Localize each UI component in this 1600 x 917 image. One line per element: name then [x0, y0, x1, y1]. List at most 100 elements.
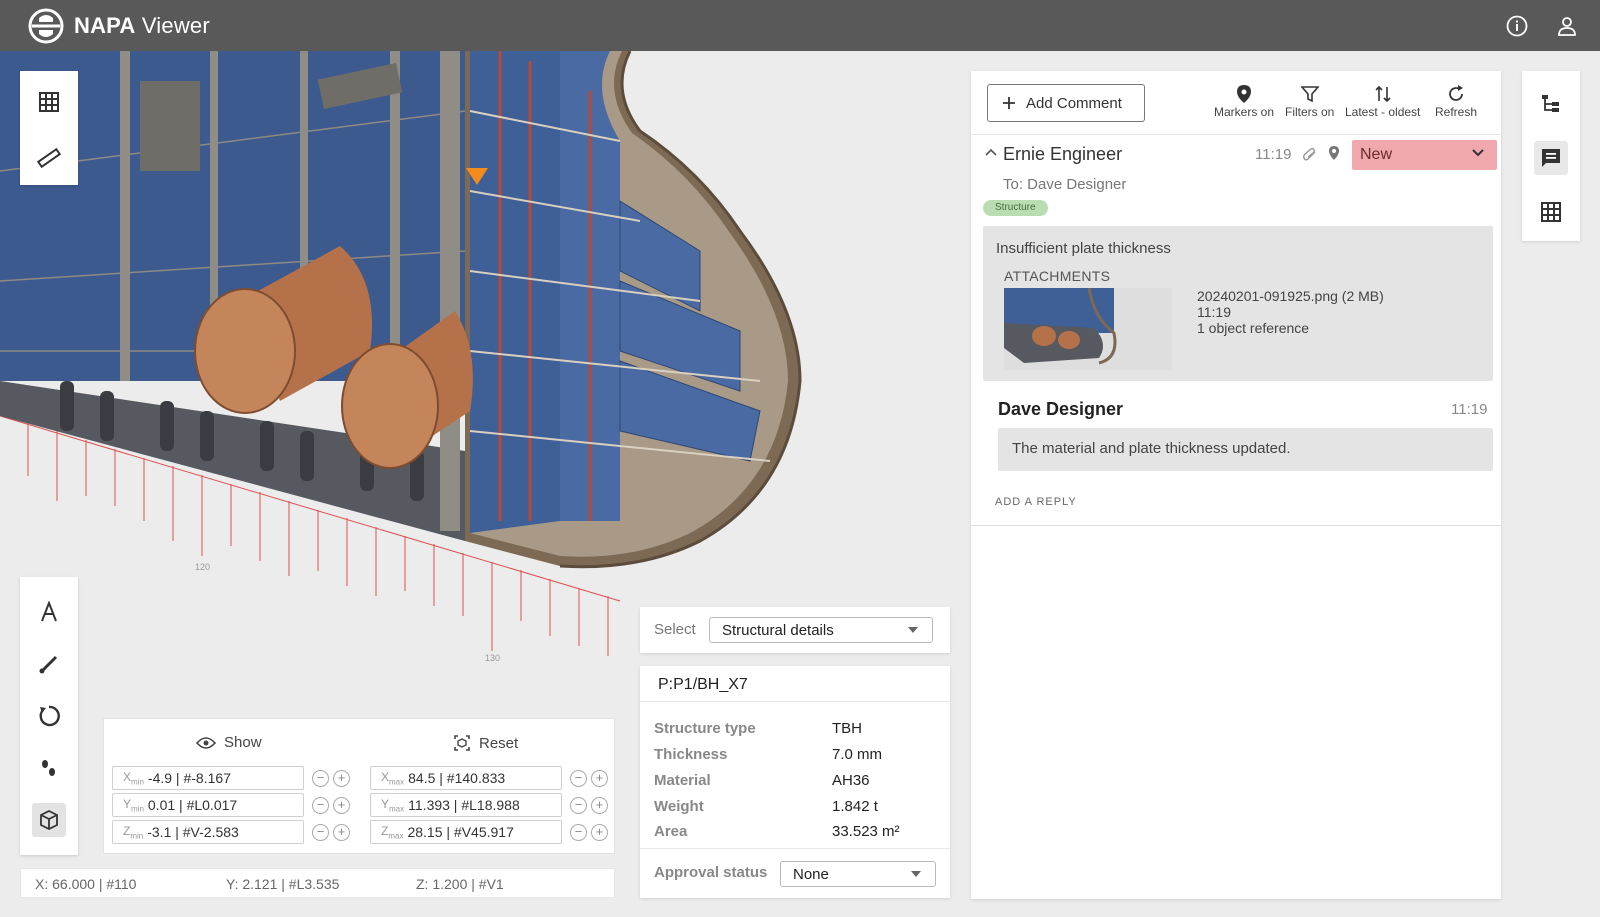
attachment-time: 11:19	[1197, 304, 1231, 320]
xmin-field[interactable]: Xmin -4.9 | #-8.167	[112, 766, 304, 790]
zmax-plus-button[interactable]: +	[591, 823, 608, 841]
grid-icon[interactable]	[32, 85, 66, 119]
comments-panel: Add Comment Markers on Filters on Latest…	[971, 71, 1501, 899]
thread-recipient: To: Dave Designer	[1003, 176, 1127, 193]
user-icon[interactable]	[1554, 13, 1580, 39]
filters-toggle-button[interactable]: Filters on	[1285, 83, 1334, 119]
prop-row: Weight 1.842 t	[654, 798, 878, 815]
zmax-minus-button[interactable]: −	[570, 823, 587, 841]
coord-z: Z: 1.200 | #V1	[416, 876, 504, 892]
tree-icon[interactable]	[1534, 87, 1568, 121]
marker-icon	[1237, 85, 1252, 103]
thread-time: 11:19	[1255, 146, 1292, 163]
zmin-plus-button[interactable]: +	[333, 823, 350, 841]
app-header: NAPA Viewer	[0, 0, 1600, 51]
xmin-minus-button[interactable]: −	[312, 769, 329, 787]
status-dropdown[interactable]: New	[1352, 140, 1497, 170]
app-title: NAPA Viewer	[74, 13, 210, 39]
divider	[971, 525, 1501, 526]
comment-text: Insufficient plate thickness	[996, 240, 1171, 257]
attachment-filename[interactable]: 20240201-091925.png (2 MB)	[1197, 288, 1384, 304]
eye-icon	[196, 736, 216, 749]
add-reply-link[interactable]: ADD A REPLY	[995, 496, 1077, 508]
info-icon[interactable]	[1504, 13, 1530, 39]
prop-row: Material AH36	[654, 772, 870, 789]
reply-author: Dave Designer	[998, 399, 1124, 419]
properties-panel: P:P1/BH_X7 Structure type TBH Thickness 7.…	[640, 666, 950, 898]
coord-y: Y: 2.121 | #L3.535	[226, 876, 340, 892]
object-title: P:P1/BH_X7	[658, 676, 748, 693]
xmax-plus-button[interactable]: +	[591, 769, 608, 787]
zmin-minus-button[interactable]: −	[312, 823, 329, 841]
caret-down-icon	[908, 627, 918, 633]
clip-row-y: Ymin 0.01 | #L0.017 − + Ymax 11.393 | #L18…	[112, 793, 608, 817]
prop-row: Thickness 7.0 mm	[654, 746, 883, 763]
comment-message-box: Insufficient plate thickness ATTACHMENTS…	[983, 226, 1493, 381]
clip-row-z: Zmin -3.1 | #V-2.583 − + Zmax 28.15 | #V45…	[112, 820, 608, 844]
paperclip-icon	[1302, 147, 1316, 161]
refresh-icon	[1449, 85, 1464, 101]
walk-icon[interactable]	[32, 751, 66, 785]
attachment-thumbnail[interactable]	[1004, 288, 1172, 370]
reply-text: The material and plate thickness updated…	[1012, 440, 1291, 457]
zmin-field[interactable]: Zmin -3.1 | #V-2.583	[112, 820, 304, 844]
grid-label-120: 120	[195, 562, 210, 572]
divider	[640, 701, 950, 702]
chevron-down-icon	[1472, 149, 1484, 157]
attachments-label: ATTACHMENTS	[1004, 268, 1111, 284]
ymin-plus-button[interactable]: +	[333, 796, 350, 814]
thread-author: Ernie Engineer	[1003, 144, 1123, 164]
left-toolbar-bottom	[20, 577, 78, 855]
brand-light: Viewer	[141, 12, 210, 38]
location-pin-icon[interactable]	[1328, 145, 1340, 161]
text-icon[interactable]	[32, 595, 66, 629]
xmax-field[interactable]: Xmax 84.5 | #140.833	[370, 766, 562, 790]
zmax-field[interactable]: Zmax 28.15 | #V45.917	[370, 820, 562, 844]
ymax-minus-button[interactable]: −	[570, 796, 587, 814]
prop-row: Structure type TBH	[654, 720, 862, 737]
add-comment-button[interactable]: Add Comment	[987, 84, 1145, 122]
xmax-minus-button[interactable]: −	[570, 769, 587, 787]
select-label: Select	[654, 621, 696, 638]
attachment-info: 20240201-091925.png (2 MB) 11:19 1 objec…	[1197, 288, 1384, 336]
prop-row: Area 33.523 m²	[654, 823, 900, 840]
chevron-up-icon[interactable]	[985, 148, 997, 156]
ymax-field[interactable]: Ymax 11.393 | #L18.988	[370, 793, 562, 817]
approval-status-label: Approval status	[654, 864, 768, 881]
filter-icon	[1300, 86, 1319, 103]
approval-status-dropdown[interactable]: None	[780, 861, 936, 887]
sort-order-button[interactable]: Latest - oldest	[1345, 83, 1420, 119]
divider	[640, 848, 950, 849]
ymin-field[interactable]: Ymin 0.01 | #L0.017	[112, 793, 304, 817]
plus-icon	[1003, 97, 1015, 109]
refresh-button[interactable]: Refresh	[1435, 83, 1477, 119]
select-panel: Select Structural details	[640, 607, 950, 653]
rotate-icon[interactable]	[32, 699, 66, 733]
coordinates-bar: X: 66.000 | #110 Y: 2.121 | #L3.535 Z: 1…	[20, 868, 615, 898]
brush-icon[interactable]	[32, 647, 66, 681]
divider	[971, 134, 1501, 135]
select-dropdown[interactable]: Structural details	[709, 617, 933, 643]
reset-button[interactable]: Reset	[453, 734, 518, 752]
category-tag: Structure	[983, 200, 1048, 216]
select-value: Structural details	[722, 621, 834, 639]
table-icon[interactable]	[1534, 195, 1568, 229]
show-button[interactable]: Show	[196, 734, 262, 751]
markers-toggle-button[interactable]: Markers on	[1214, 83, 1274, 119]
caret-down-icon	[911, 871, 921, 877]
show-label: Show	[224, 734, 262, 751]
comments-icon[interactable]	[1534, 141, 1568, 175]
clip-row-x: Xmin -4.9 | #-8.167 − + Xmax 84.5 | #140.8…	[112, 766, 608, 790]
ymin-minus-button[interactable]: −	[312, 796, 329, 814]
ymax-plus-button[interactable]: +	[591, 796, 608, 814]
ruler-icon[interactable]	[32, 141, 66, 175]
sort-icon	[1375, 85, 1391, 103]
brand-bold: NAPA	[74, 12, 136, 38]
approval-status-value: None	[793, 865, 829, 883]
status-value: New	[1360, 146, 1393, 163]
xmin-plus-button[interactable]: +	[333, 769, 350, 787]
right-rail	[1522, 71, 1580, 241]
add-comment-label: Add Comment	[1026, 94, 1122, 112]
cube-icon[interactable]	[32, 803, 66, 837]
grid-label-130: 130	[485, 653, 500, 663]
